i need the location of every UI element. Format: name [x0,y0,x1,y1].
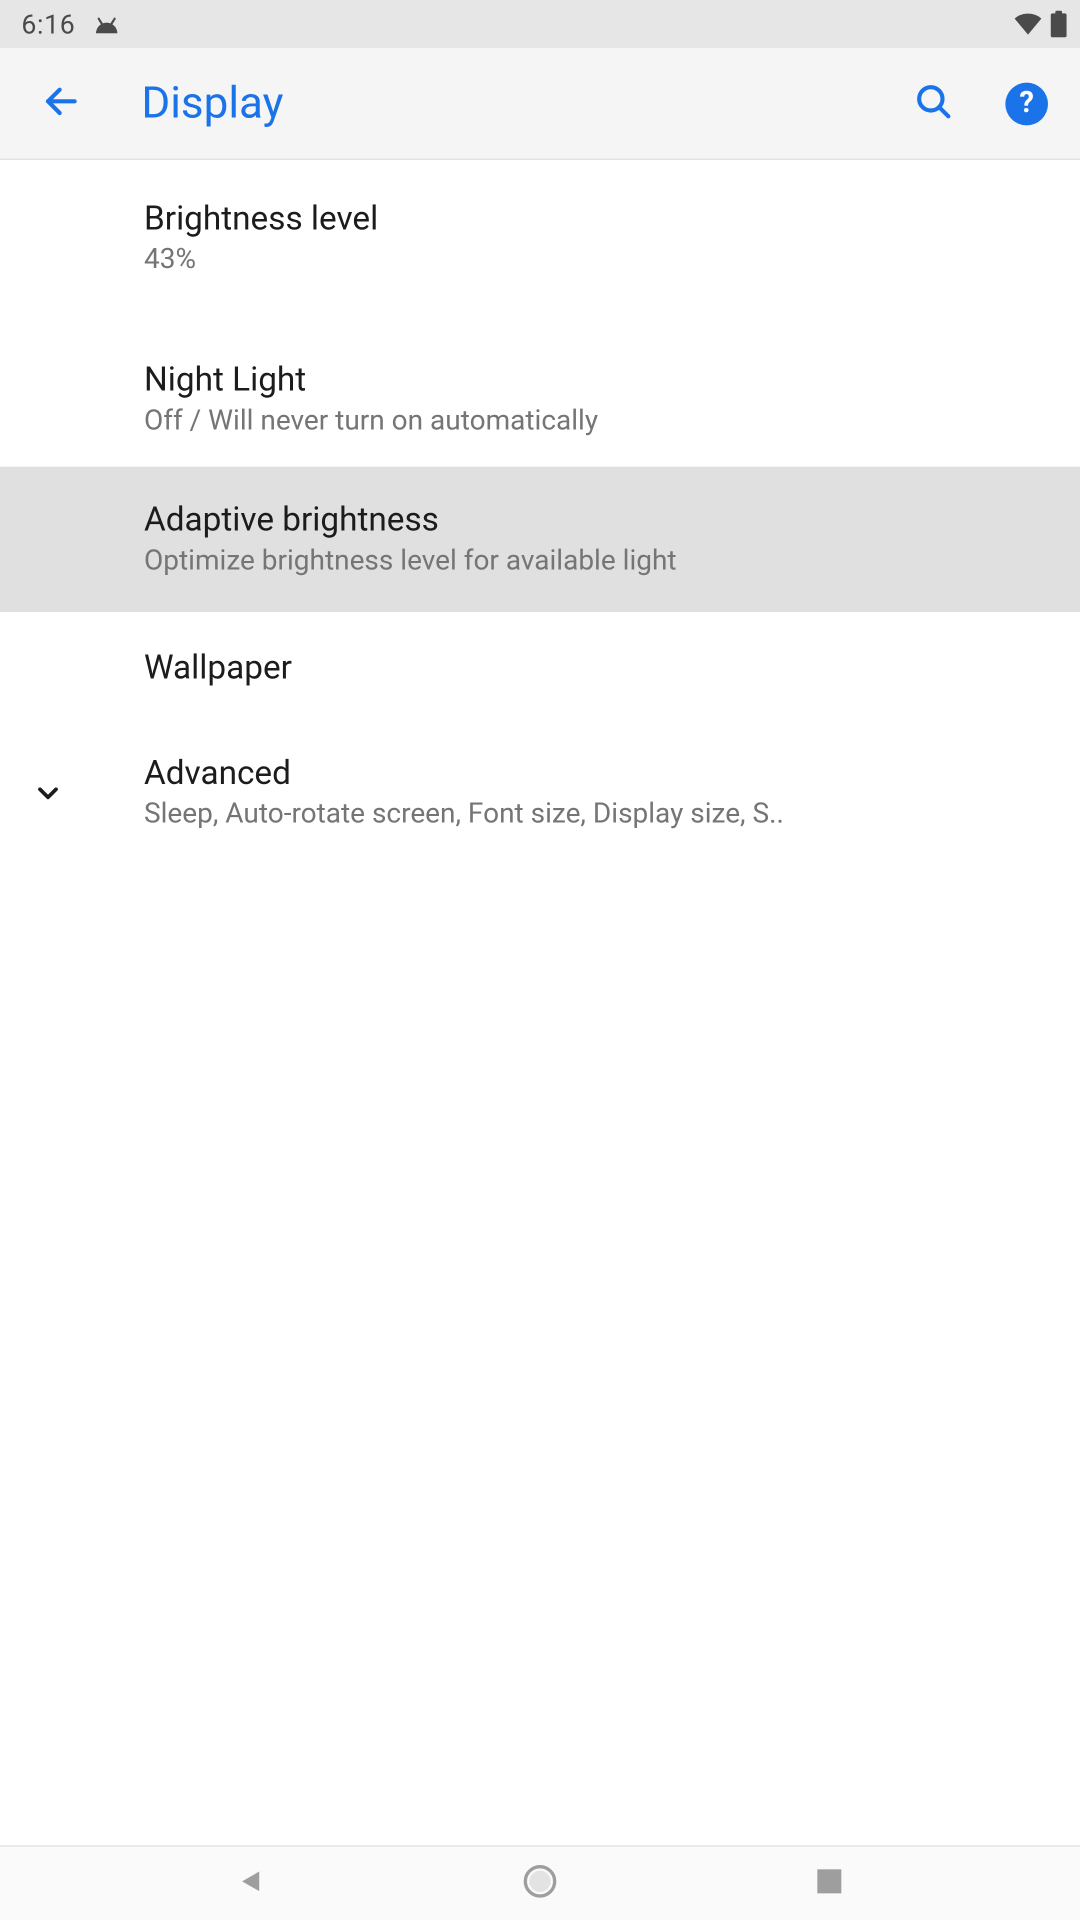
app-bar-actions: ? [907,77,1054,130]
arrow-left-icon [41,81,81,126]
help-icon: ? [1005,82,1048,125]
battery-icon [1051,11,1067,38]
setting-night-light[interactable]: Night Light Off / Will never turn on aut… [0,332,1080,467]
setting-title: Wallpaper [144,649,1053,688]
setting-title: Brightness level [144,200,1053,239]
status-left: 6:16 [21,8,120,40]
setting-title: Adaptive brightness [144,501,1053,540]
setting-brightness-level[interactable]: Brightness level 43% [0,163,1080,306]
square-recent-icon [816,1867,843,1899]
search-button[interactable] [907,77,960,130]
setting-title: Advanced [144,755,1053,794]
nav-back-button[interactable] [211,1857,291,1910]
setting-title: Night Light [144,361,1053,400]
status-bar: 6:16 [0,0,1080,48]
triangle-back-icon [236,1866,265,1901]
back-button[interactable] [35,77,88,130]
status-right [1013,11,1066,38]
help-button[interactable]: ? [1000,77,1053,130]
nav-home-button[interactable] [500,1857,580,1910]
settings-list: Brightness level 43% Night Light Off / W… [0,163,1080,1846]
page-title: Display [141,77,283,129]
setting-sub: Optimize brightness level for available … [144,545,1053,577]
chevron-down-icon [29,774,66,811]
search-icon [913,81,953,126]
navigation-bar [0,1845,1080,1920]
setting-sub: 43% [144,244,1053,276]
wifi-icon [1013,12,1042,36]
circle-home-icon [523,1863,558,1903]
setting-adaptive-brightness[interactable]: Adaptive brightness Optimize brightness … [0,467,1080,612]
status-time: 6:16 [21,8,75,40]
setting-advanced[interactable]: Advanced Sleep, Auto-rotate screen, Font… [0,725,1080,860]
setting-sub: Off / Will never turn on automatically [144,405,1053,437]
android-icon [91,15,120,34]
setting-sub: Sleep, Auto-rotate screen, Font size, Di… [144,799,1053,831]
setting-wallpaper[interactable]: Wallpaper [0,612,1080,725]
app-bar: Display ? [0,48,1080,160]
nav-recent-button[interactable] [789,1857,869,1910]
